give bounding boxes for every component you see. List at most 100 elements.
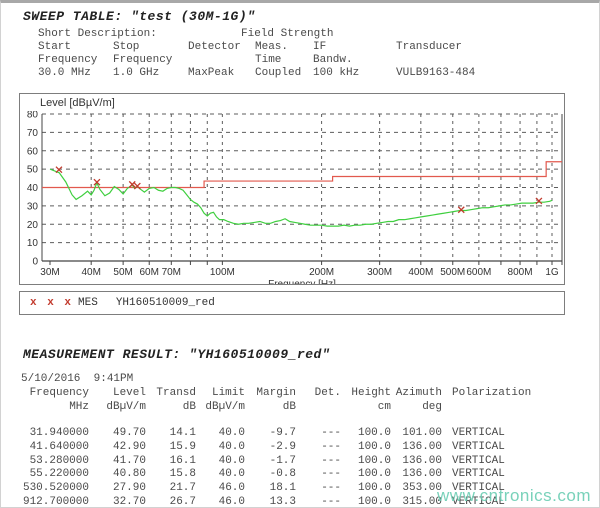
svg-text:10: 10 — [27, 238, 39, 249]
table-cell: 530.520000 — [1, 482, 89, 496]
table-cell: 41.640000 — [1, 441, 89, 455]
chart-canvas: 0102030405060708030M40M50M60M70M100M200M… — [20, 111, 564, 284]
table-header-row: FrequencyLevelTransdLimitMarginDet.Heigh… — [1, 387, 599, 401]
table-cell: MHz — [1, 401, 89, 415]
table-unit-row: MHzdBµV/mdBdBµV/mdBcmdeg — [1, 401, 599, 415]
watermark: www.cntronics.com — [437, 486, 591, 506]
table-cell: --- — [296, 427, 341, 441]
table-cell: 40.80 — [89, 468, 146, 482]
table-cell: 100.0 — [341, 427, 391, 441]
table-cell: 31.940000 — [1, 427, 89, 441]
table-cell: 41.70 — [89, 455, 146, 469]
table-cell: Transd — [146, 387, 196, 401]
table-cell: cm — [341, 401, 391, 415]
svg-text:0: 0 — [32, 257, 38, 268]
table-cell: 40.0 — [196, 468, 245, 482]
sweep-column-detector: DetectorMaxPeak — [188, 41, 255, 80]
table-cell: 32.70 — [89, 496, 146, 508]
table-row: 31.94000049.7014.140.0-9.7---100.0101.00… — [1, 427, 599, 441]
sweep-table-section: SWEEP TABLE: "test (30M-1G)" Short Descr… — [1, 9, 599, 80]
table-cell: 353.00 — [391, 482, 442, 496]
table-cell: 136.00 — [391, 455, 442, 469]
svg-text:20: 20 — [27, 220, 39, 231]
table-cell: -0.8 — [245, 468, 296, 482]
svg-text:100M: 100M — [210, 267, 235, 278]
sweep-column-header: Frequency — [113, 54, 188, 67]
sweep-column-header: Stop — [113, 41, 188, 54]
sweep-column-header: Time — [255, 54, 313, 67]
sweep-column-header: Frequency — [38, 54, 113, 67]
table-cell: 101.00 — [391, 427, 442, 441]
table-cell: 18.1 — [245, 482, 296, 496]
short-description-row: Short Description: Field Strength — [38, 28, 599, 41]
level-chart: Level [dBµV/m] 0102030405060708030M40M50… — [19, 93, 565, 285]
table-cell: 21.7 — [146, 482, 196, 496]
table-cell: 15.9 — [146, 441, 196, 455]
sweep-column-value: VULB9163-484 — [396, 67, 516, 80]
table-cell: 26.7 — [146, 496, 196, 508]
table-cell: VERTICAL — [442, 427, 572, 441]
svg-text:30: 30 — [27, 201, 39, 212]
table-cell: 100.0 — [341, 468, 391, 482]
table-cell: 14.1 — [146, 427, 196, 441]
legend-marker-icon: x x x — [30, 297, 73, 310]
table-cell: VERTICAL — [442, 455, 572, 469]
sweep-column-value: 1.0 GHz — [113, 67, 188, 80]
sweep-column-transducer: Transducer VULB9163-484 — [396, 41, 516, 80]
table-cell: Det. — [296, 387, 341, 401]
measurement-datetime: 5/10/2016 9:41PM — [21, 373, 599, 386]
svg-text:Frequency [Hz]: Frequency [Hz] — [268, 279, 336, 284]
table-cell: 100.0 — [341, 496, 391, 508]
svg-text:60: 60 — [27, 146, 39, 157]
svg-text:40M: 40M — [81, 267, 100, 278]
table-cell: 53.280000 — [1, 455, 89, 469]
table-cell: --- — [296, 455, 341, 469]
table-cell: 42.90 — [89, 441, 146, 455]
table-cell: 15.8 — [146, 468, 196, 482]
table-cell: 315.00 — [391, 496, 442, 508]
table-cell: 912.700000 — [1, 496, 89, 508]
sweep-column-header: Start — [38, 41, 113, 54]
table-cell: Level — [89, 387, 146, 401]
table-cell: Polarization — [442, 387, 572, 401]
sweep-column-header: IF — [313, 41, 396, 54]
chart-y-axis-title: Level [dBµV/m] — [20, 94, 564, 109]
table-cell: dB — [245, 401, 296, 415]
table-row: 41.64000042.9015.940.0-2.9---100.0136.00… — [1, 441, 599, 455]
svg-text:40: 40 — [27, 183, 39, 194]
legend-series-label: MES — [78, 297, 98, 310]
emc-report-page: SWEEP TABLE: "test (30M-1G)" Short Descr… — [0, 0, 600, 508]
sweep-column-stop: StopFrequency1.0 GHz — [113, 41, 188, 80]
sweep-parameter-grid: StartFrequency30.0 MHzStopFrequency1.0 G… — [38, 41, 599, 80]
sweep-column-value: Coupled — [255, 67, 313, 80]
sweep-column-header: Meas. — [255, 41, 313, 54]
table-cell: 16.1 — [146, 455, 196, 469]
table-cell: --- — [296, 441, 341, 455]
short-description-label: Short Description: — [38, 28, 241, 41]
table-cell: 100.0 — [341, 482, 391, 496]
svg-text:600M: 600M — [466, 267, 491, 278]
table-row: 53.28000041.7016.140.0-1.7---100.0136.00… — [1, 455, 599, 469]
table-cell: 46.0 — [196, 496, 245, 508]
table-cell: dBµV/m — [196, 401, 245, 415]
svg-text:70M: 70M — [162, 267, 181, 278]
svg-text:400M: 400M — [408, 267, 433, 278]
table-cell: dBµV/m — [89, 401, 146, 415]
sweep-column-header — [188, 54, 255, 67]
svg-text:800M: 800M — [508, 267, 533, 278]
table-cell: --- — [296, 482, 341, 496]
table-cell: 13.3 — [245, 496, 296, 508]
table-cell: 27.90 — [89, 482, 146, 496]
sweep-column-header — [396, 54, 516, 67]
measurement-result-title: MEASUREMENT RESULT: "YH160510009_red" — [23, 347, 599, 362]
table-cell: --- — [296, 468, 341, 482]
table-cell: 136.00 — [391, 468, 442, 482]
table-cell: VERTICAL — [442, 468, 572, 482]
sweep-column-value: 30.0 MHz — [38, 67, 113, 80]
table-row: 55.22000040.8015.840.0-0.8---100.0136.00… — [1, 468, 599, 482]
chart-legend: x x x MES YH160510009_red — [19, 291, 565, 315]
svg-text:50: 50 — [27, 165, 39, 176]
table-cell: Margin — [245, 387, 296, 401]
sweep-column-header: Transducer — [396, 41, 516, 54]
svg-text:50M: 50M — [113, 267, 132, 278]
